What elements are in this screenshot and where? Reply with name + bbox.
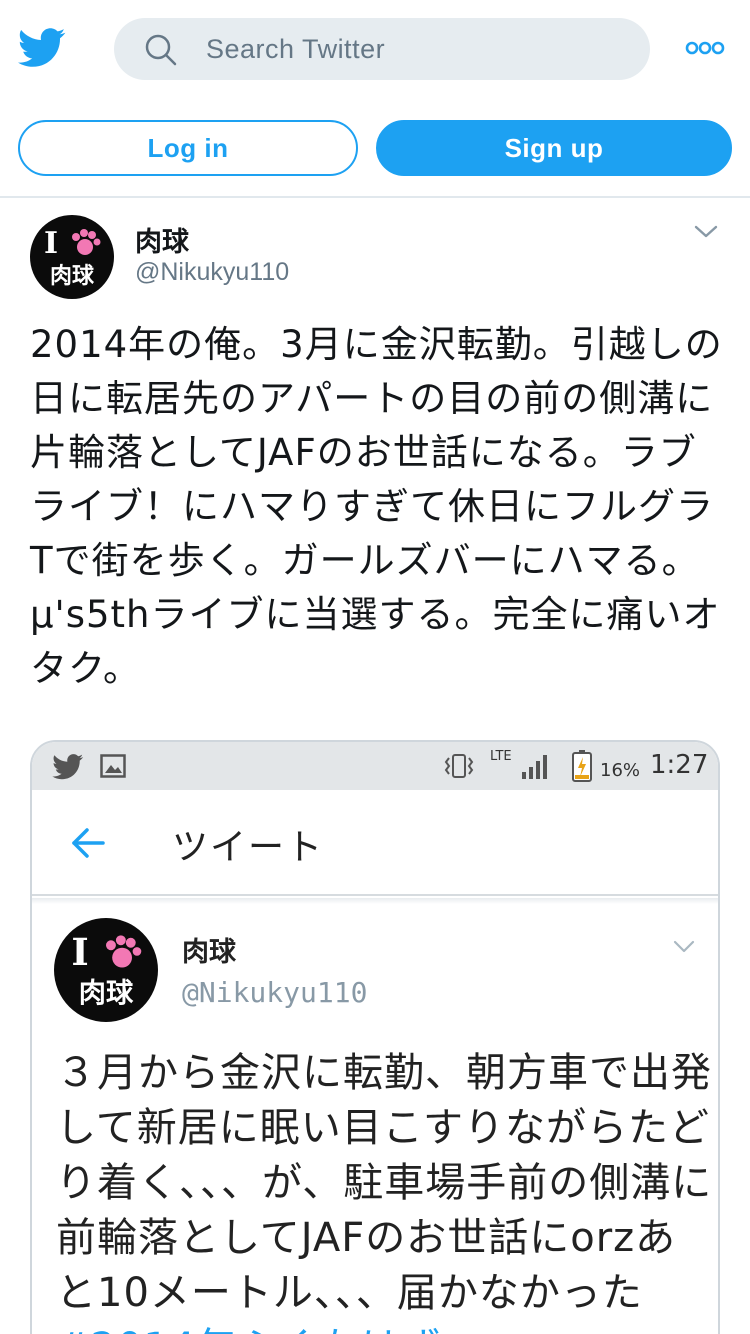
svg-text:I: I: [44, 226, 58, 261]
svg-text:肉球: 肉球: [79, 978, 134, 1009]
clock-time: 1:27: [650, 750, 709, 780]
auth-row: Log in Sign up: [0, 100, 750, 198]
network-type-label: LTE: [490, 749, 512, 764]
avatar-image: I 肉球: [44, 226, 101, 289]
signup-button[interactable]: Sign up: [376, 120, 732, 176]
embedded-display-name: 肉球: [182, 937, 236, 968]
battery-percentage: 16%: [600, 760, 641, 781]
user-handle[interactable]: @Nikukyu110: [135, 258, 289, 287]
search-icon: [145, 34, 177, 66]
notification-image-icon: [100, 754, 126, 778]
header-divider: [0, 196, 750, 198]
twitter-bird-icon[interactable]: [18, 27, 66, 69]
phone-status-bar: LTE 16% 1:27: [32, 742, 718, 790]
search-input[interactable]: [206, 18, 626, 80]
embedded-user-handle: @Nikukyu110: [182, 976, 368, 1009]
notification-twitter-icon: [52, 754, 84, 780]
more-options-icon[interactable]: [685, 38, 725, 58]
embedded-tweet-text: ３月から金沢に転勤、朝方車で出発して新居に眠い目こすりながらたどり着く、、、が、…: [56, 1046, 716, 1334]
chevron-down-icon[interactable]: [692, 222, 720, 242]
app-header-title: ツイート: [172, 827, 325, 868]
embedded-avatar-image: I 肉球: [71, 930, 142, 1009]
tweet-text: 2014年の俺。3月に金沢転勤。引越しの日に転居先のアパートの目の前の側溝に片輪…: [30, 323, 723, 690]
display-name[interactable]: 肉球: [135, 220, 189, 259]
svg-text:I: I: [71, 930, 88, 974]
embedded-avatar: I 肉球: [54, 918, 158, 1022]
battery-charging-icon: [572, 750, 592, 782]
signal-strength-icon: [522, 755, 547, 779]
embedded-tweet-body: ３月から金沢に転勤、朝方車で出発して新居に眠い目こすりながらたどり着く、、、が、…: [56, 1050, 713, 1316]
header-shadow: [32, 898, 718, 904]
embedded-chevron-down-icon: [673, 940, 695, 953]
embedded-hashtag: #2014年ふくなはずｓ: [56, 1325, 483, 1334]
top-bar: [0, 0, 750, 100]
search-box[interactable]: [114, 18, 650, 80]
svg-text:肉球: 肉球: [50, 264, 95, 289]
tweet-media-image[interactable]: LTE 16% 1:27 ツイート I 肉球 肉球 @Nikukyu110 ３月…: [30, 740, 720, 1334]
back-arrow-icon: [72, 828, 105, 858]
avatar[interactable]: I 肉球: [30, 215, 114, 299]
login-button[interactable]: Log in: [18, 120, 358, 176]
app-header: ツイート: [32, 790, 718, 896]
vibrate-icon: [444, 754, 474, 778]
